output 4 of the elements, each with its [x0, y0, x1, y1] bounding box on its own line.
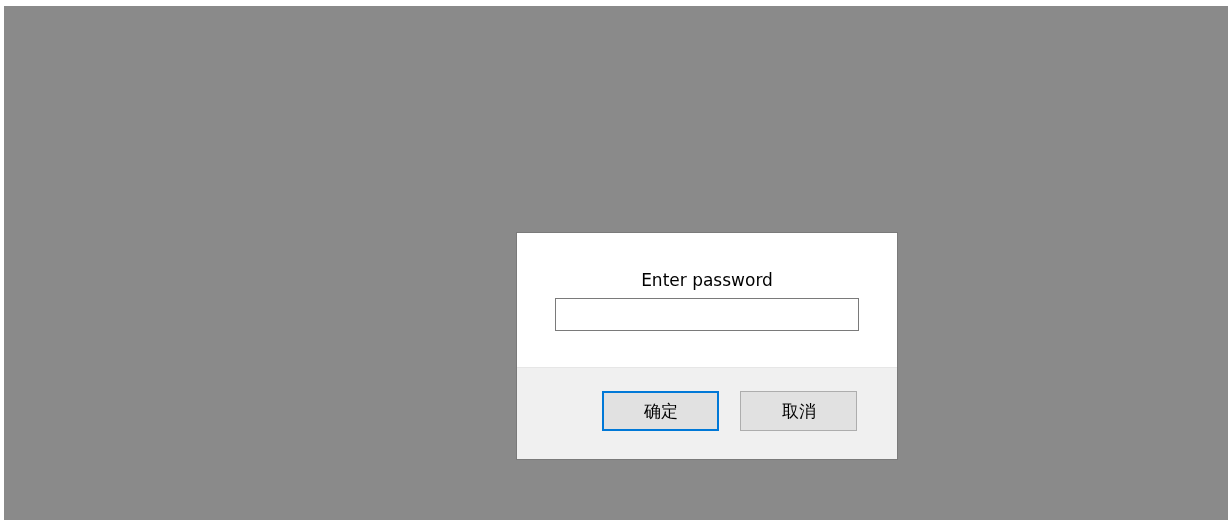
- prompt-label: Enter password: [641, 270, 773, 290]
- cancel-button[interactable]: 取消: [740, 391, 857, 431]
- ok-button[interactable]: 确定: [602, 391, 719, 431]
- password-field[interactable]: [555, 298, 859, 331]
